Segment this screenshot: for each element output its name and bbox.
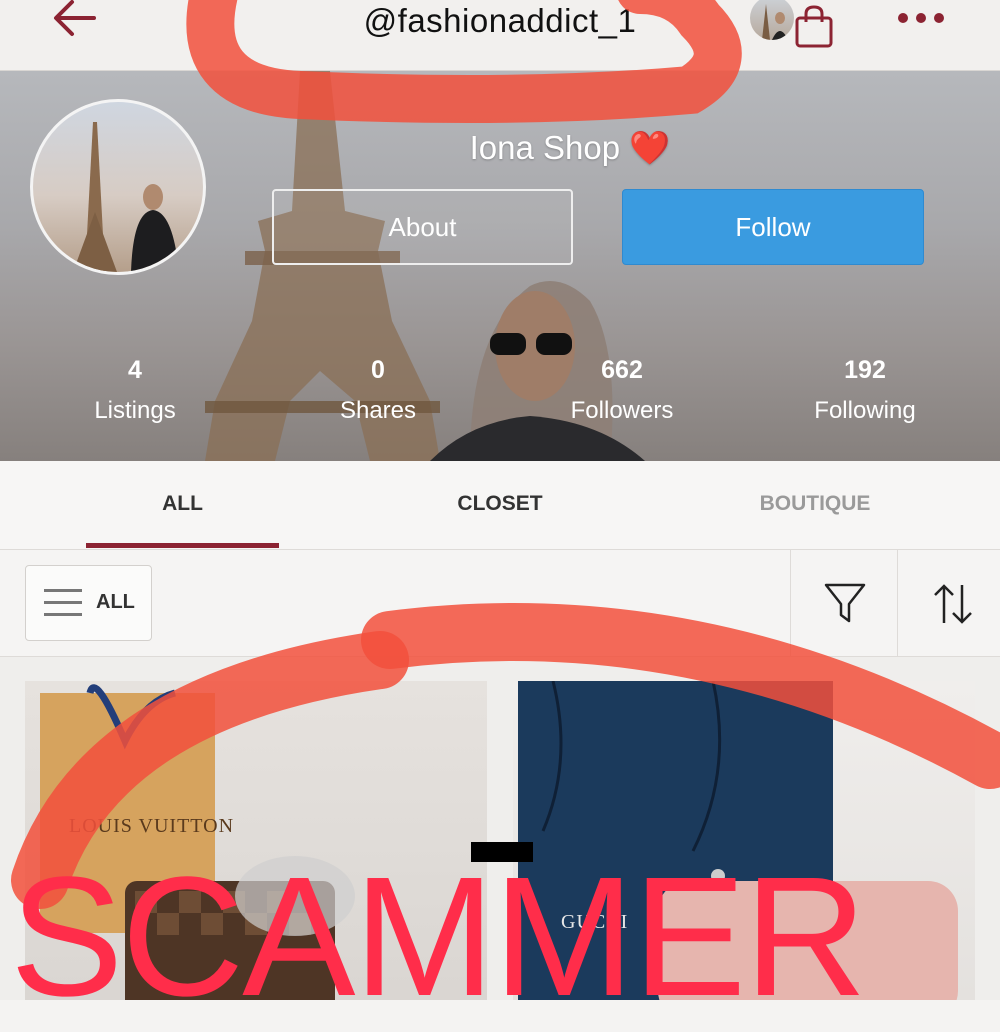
stat-value: 0: [371, 356, 385, 384]
tab-closet[interactable]: CLOSET: [420, 492, 580, 516]
profile-avatar[interactable]: [30, 99, 206, 275]
stat-following[interactable]: 192 Following: [765, 356, 965, 425]
listing-card[interactable]: LOUIS VUITTON: [25, 681, 487, 1000]
stat-followers[interactable]: 662 Followers: [522, 356, 722, 425]
follow-button[interactable]: Follow: [622, 189, 924, 265]
stat-value: 4: [128, 356, 142, 384]
shop-name-text: Iona Shop: [469, 129, 621, 166]
sort-arrows-icon: [934, 584, 972, 624]
menu-lines-icon: [44, 589, 82, 616]
stat-shares[interactable]: 0 Shares: [278, 356, 478, 425]
heart-icon: ❤️: [629, 129, 671, 166]
tab-all[interactable]: ALL: [86, 492, 279, 516]
shop-name: Iona Shop ❤️: [430, 129, 710, 168]
stat-listings[interactable]: 4 Listings: [35, 356, 235, 425]
listing-grid: LOUIS VUITTON GUCCI: [0, 657, 1000, 1000]
listing-card[interactable]: GUCCI: [513, 681, 975, 1000]
funnel-icon: [824, 583, 866, 623]
stat-label: Listings: [94, 397, 176, 424]
filter-bar: ALL: [0, 550, 1000, 657]
shopping-bag-icon[interactable]: [793, 4, 835, 48]
redaction-bar: [471, 842, 533, 862]
active-tab-indicator: [86, 543, 279, 548]
listing-photo: [518, 681, 958, 1000]
top-bar: @fashionaddict_1: [0, 0, 1000, 71]
stat-value: 662: [601, 356, 643, 384]
profile-header: Iona Shop ❤️ About Follow 4 Listings 0 S…: [0, 71, 1000, 461]
username-handle: @fashionaddict_1: [363, 2, 637, 39]
stat-label: Followers: [570, 397, 674, 424]
stat-label: Shares: [339, 397, 417, 424]
more-dots-icon[interactable]: [895, 2, 947, 32]
about-button[interactable]: About: [272, 189, 573, 265]
closet-tabs: ALL CLOSET BOUTIQUE: [0, 461, 1000, 550]
stat-value: 192: [844, 356, 886, 384]
listing-brand-text: GUCCI: [561, 911, 629, 933]
category-dropdown-label: ALL: [96, 591, 135, 613]
category-dropdown[interactable]: ALL: [25, 565, 152, 641]
profile-photo: [73, 122, 179, 272]
listing-brand-text: LOUIS VUITTON: [69, 815, 235, 837]
sort-button[interactable]: [897, 550, 1000, 656]
listing-photo: [40, 684, 355, 1000]
filter-button[interactable]: [790, 550, 897, 656]
tab-boutique[interactable]: BOUTIQUE: [740, 492, 890, 516]
stat-label: Following: [814, 397, 916, 424]
